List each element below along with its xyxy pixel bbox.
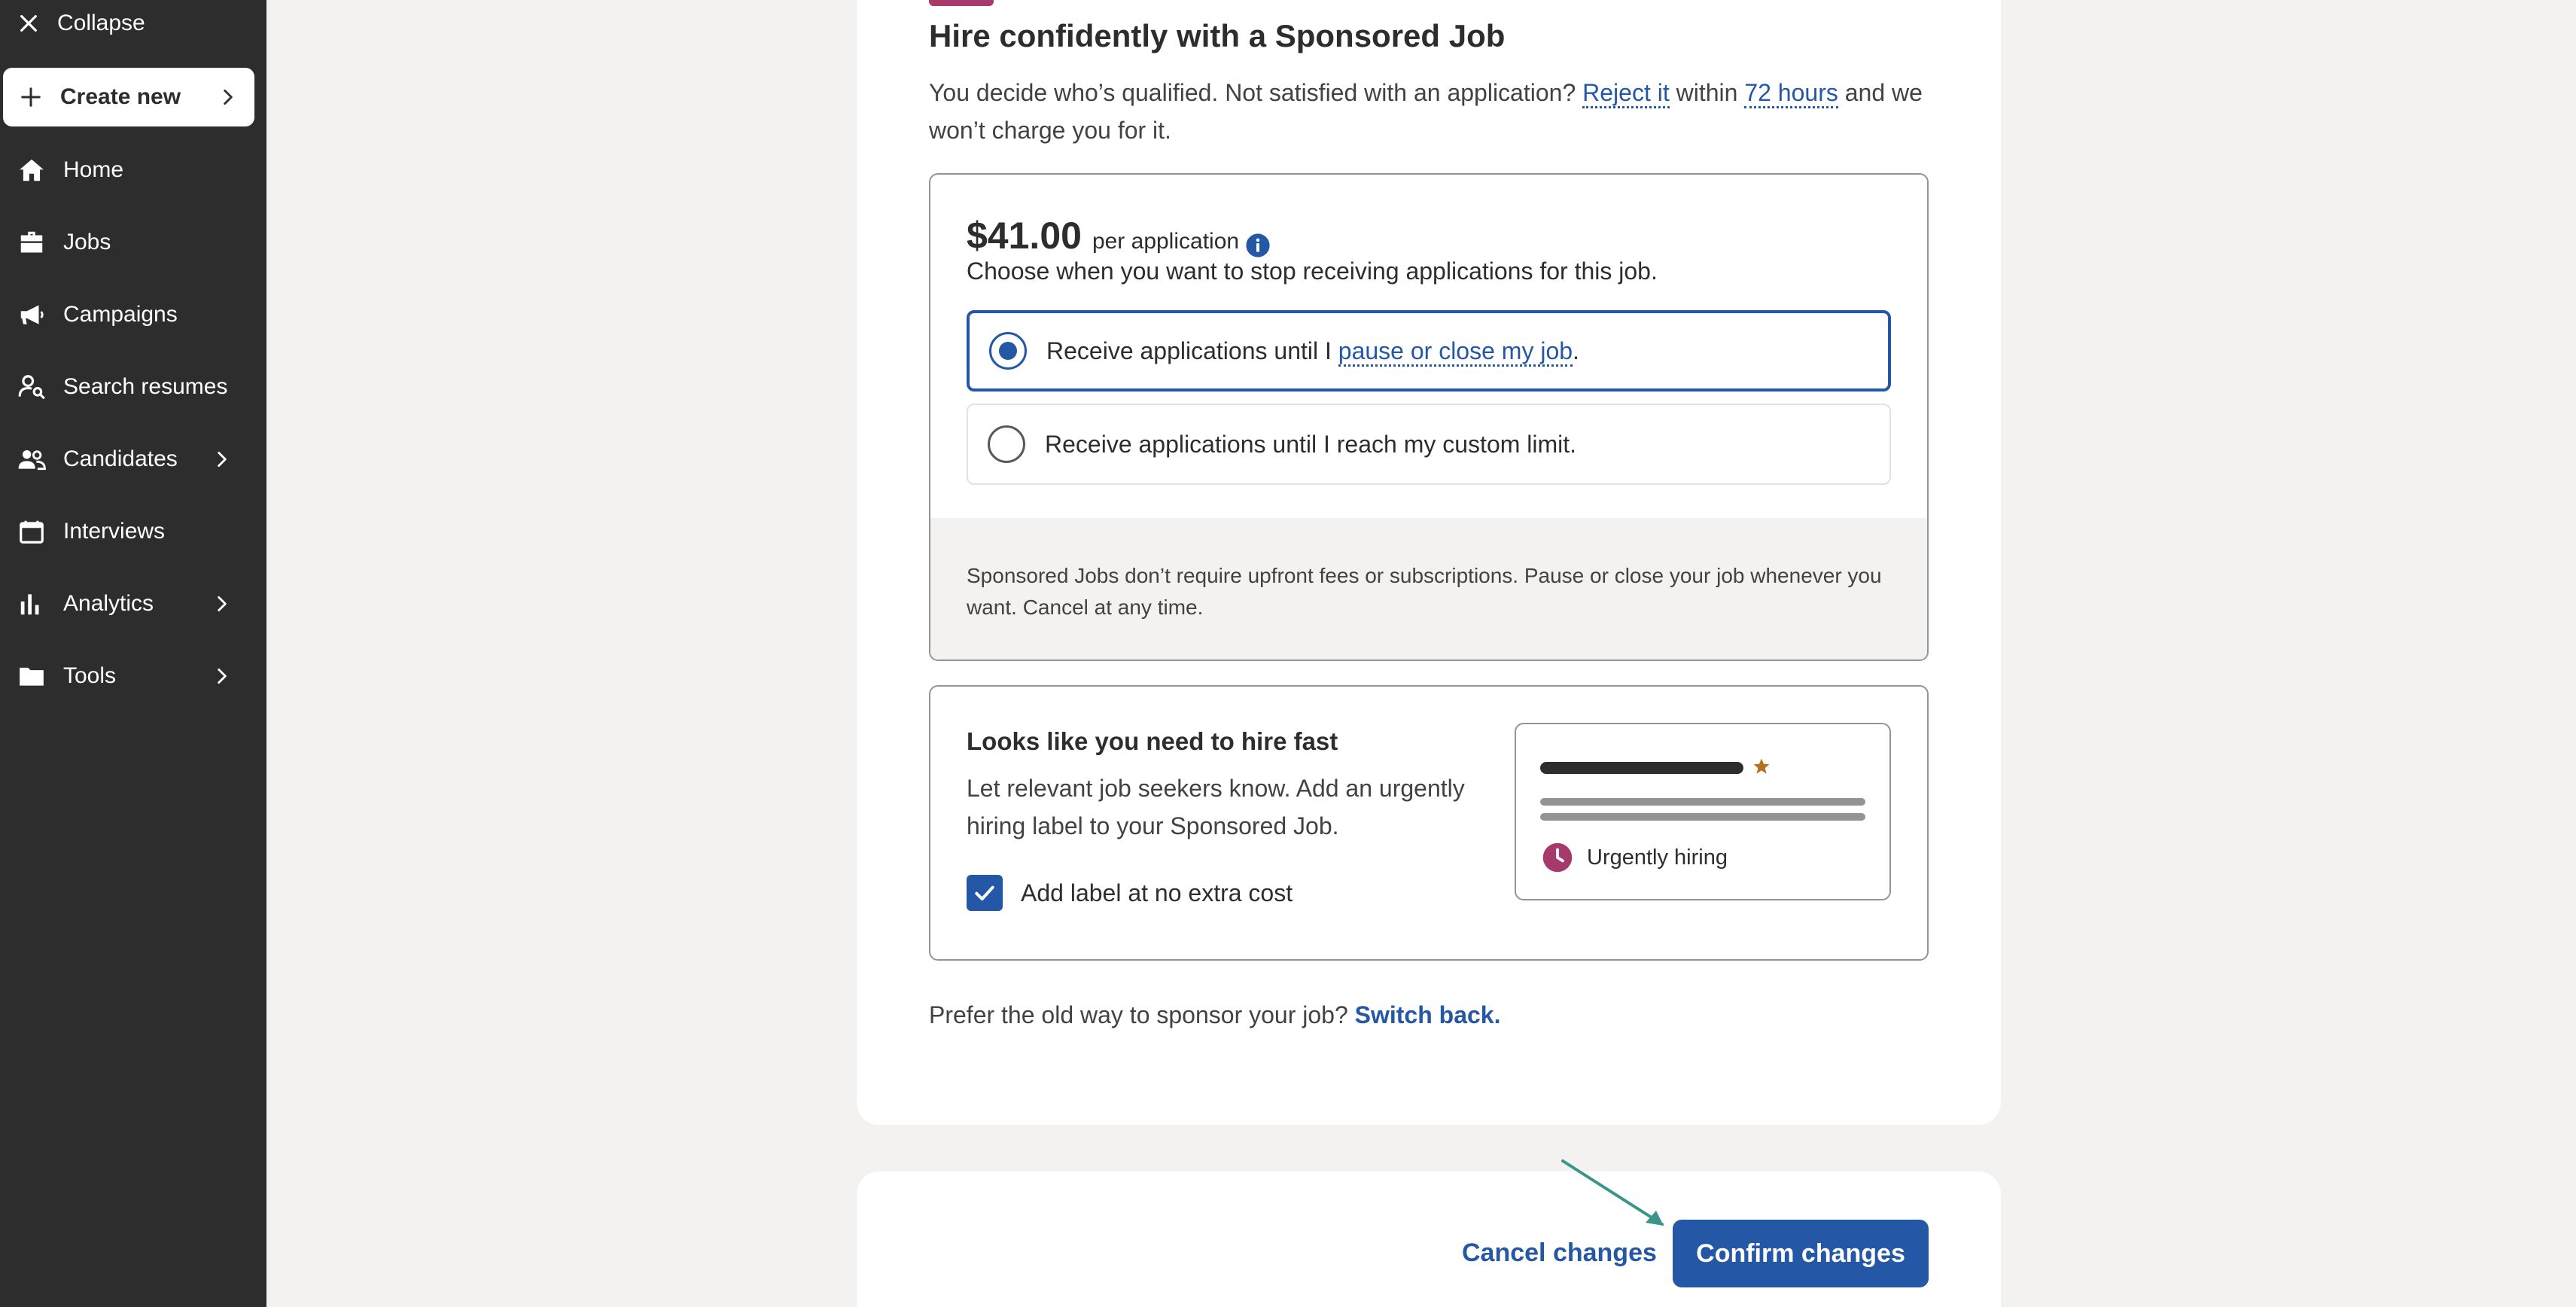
switch-back-row: Prefer the old way to sponsor your job? … <box>929 1001 1501 1028</box>
sidebar: Collapse Create new Home Jobs Campaigns … <box>0 0 266 1307</box>
person-search-icon <box>17 372 47 402</box>
chevron-right-icon <box>218 451 227 468</box>
urgently-hiring-badge: Urgently hiring <box>1542 842 1728 873</box>
sidebar-item-label: Analytics <box>63 591 154 616</box>
radio-option-label: Receive applications until I pause or cl… <box>1046 337 1579 367</box>
pricing-box: $41.00 per application Choose when you w… <box>929 173 1929 661</box>
sidebar-item-jobs[interactable]: Jobs <box>0 215 266 270</box>
sidebar-item-label: Jobs <box>63 230 111 254</box>
calendar-icon <box>17 516 47 547</box>
job-preview-card: Urgently hiring <box>1515 723 1891 900</box>
plus-icon <box>21 87 41 107</box>
price-value: $41.00 <box>967 215 1082 257</box>
create-new-label: Create new <box>60 84 181 109</box>
close-icon <box>20 15 37 32</box>
confirm-changes-button[interactable]: Confirm changes <box>1673 1220 1929 1287</box>
pause-or-close-link[interactable]: pause or close my job <box>1338 337 1573 367</box>
people-icon <box>17 444 47 474</box>
radio-option-label: Receive applications until I reach my cu… <box>1045 430 1577 458</box>
preview-text-line <box>1540 798 1865 806</box>
chevron-right-icon <box>218 596 227 612</box>
clock-icon <box>1542 842 1573 873</box>
sidebar-item-candidates[interactable]: Candidates <box>0 432 266 486</box>
cancel-changes-button[interactable]: Cancel changes <box>1462 1220 1657 1286</box>
sidebar-item-tools[interactable]: Tools <box>0 649 266 703</box>
sidebar-item-search-resumes[interactable]: Search resumes <box>0 360 266 414</box>
chevron-right-icon <box>218 668 227 684</box>
sidebar-item-interviews[interactable]: Interviews <box>0 504 266 559</box>
urgent-description: Let relevant job seekers know. Add an ur… <box>967 775 1465 839</box>
chevron-right-icon <box>224 89 233 105</box>
72-hours-link[interactable]: 72 hours <box>1744 79 1838 108</box>
create-new-button[interactable]: Create new <box>3 68 254 126</box>
no-fees-note: Sponsored Jobs don’t require upfront fee… <box>930 518 1927 660</box>
radio-option-until-pause[interactable]: Receive applications until I pause or cl… <box>967 310 1891 391</box>
checkbox-label: Add label at no extra cost <box>1021 879 1293 906</box>
folder-icon <box>17 661 47 691</box>
megaphone-icon <box>17 300 47 330</box>
add-label-checkbox-row[interactable]: Add label at no extra cost <box>967 875 1293 911</box>
preview-text-line <box>1540 813 1865 821</box>
radio-option-custom-limit[interactable]: Receive applications until I reach my cu… <box>967 404 1891 485</box>
sidebar-item-label: Campaigns <box>63 302 178 327</box>
sidebar-item-label: Candidates <box>63 446 178 471</box>
sidebar-item-label: Home <box>63 157 124 182</box>
switch-back-link[interactable]: Switch back. <box>1355 1001 1501 1028</box>
sidebar-item-home[interactable]: Home <box>0 143 266 197</box>
sponsored-tag-bar <box>929 0 994 6</box>
price-unit: per application <box>1092 229 1271 258</box>
radio-button-selected[interactable] <box>989 332 1027 370</box>
sidebar-item-label: Search resumes <box>63 374 228 399</box>
urgent-hiring-box: Looks like you need to hire fast Let rel… <box>929 685 1929 961</box>
preview-title-line <box>1540 762 1743 774</box>
checkmark-icon <box>975 885 994 900</box>
bar-chart-icon <box>17 589 47 619</box>
sidebar-item-analytics[interactable]: Analytics <box>0 577 266 631</box>
radio-button-unselected[interactable] <box>988 425 1025 463</box>
sponsor-description: You decide who’s qualified. Not satisfie… <box>929 79 1923 144</box>
page-title: Hire confidently with a Sponsored Job <box>929 18 1506 53</box>
urgent-title: Looks like you need to hire fast <box>967 727 1338 755</box>
collapse-label: Collapse <box>57 11 145 35</box>
home-icon <box>17 155 47 185</box>
info-icon[interactable] <box>1245 233 1271 258</box>
choose-instruction: Choose when you want to stop receiving a… <box>967 257 1658 285</box>
price-row: $41.00 per application <box>967 214 1271 257</box>
add-label-checkbox[interactable] <box>967 875 1003 911</box>
sidebar-item-campaigns[interactable]: Campaigns <box>0 288 266 342</box>
star-icon <box>1753 758 1770 774</box>
sidebar-item-label: Interviews <box>63 519 166 544</box>
collapse-button[interactable]: Collapse <box>17 6 145 41</box>
reject-it-link[interactable]: Reject it <box>1582 79 1670 108</box>
briefcase-icon <box>17 227 47 257</box>
sidebar-item-label: Tools <box>63 663 117 688</box>
badge-label: Urgently hiring <box>1587 845 1728 870</box>
